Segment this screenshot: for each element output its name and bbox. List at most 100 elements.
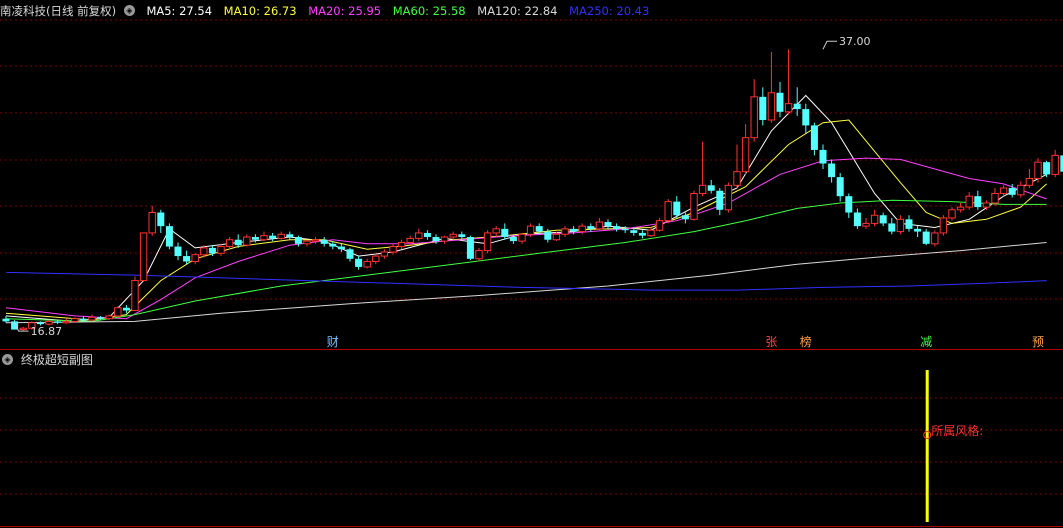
candle-body	[948, 209, 956, 219]
candle	[853, 208, 861, 229]
candle	[707, 179, 715, 194]
candle-body	[922, 231, 930, 244]
candle-body	[819, 149, 827, 164]
settings-circle-icon[interactable]: ◈	[123, 5, 135, 16]
candle-body	[733, 171, 741, 186]
candle-body	[200, 247, 208, 256]
candle	[595, 217, 604, 231]
candle-body	[294, 237, 302, 244]
candle-body	[914, 228, 922, 232]
event-marker-38: 财	[327, 335, 339, 349]
candle	[1043, 160, 1051, 178]
candle-body	[19, 327, 27, 331]
candle-body	[1025, 178, 1034, 186]
candle-body	[225, 239, 234, 248]
candle-body	[440, 236, 449, 242]
candle	[759, 87, 767, 126]
candle	[114, 306, 122, 318]
candle	[845, 193, 853, 218]
candle	[819, 144, 827, 169]
candle	[217, 243, 225, 257]
candle-body	[853, 212, 861, 227]
candle	[991, 188, 999, 206]
candle-body	[638, 232, 646, 236]
candle-body	[54, 321, 62, 323]
candle	[862, 217, 870, 229]
candle	[879, 212, 887, 227]
candle	[303, 239, 311, 247]
candle-body	[570, 228, 578, 232]
price-annotation-leader	[822, 40, 837, 50]
candle-body	[466, 237, 474, 259]
event-marker-93: 榜	[800, 334, 812, 349]
candle	[483, 230, 492, 254]
candle-body	[664, 201, 672, 222]
candle	[956, 202, 965, 213]
candle-body	[260, 235, 268, 241]
candle-body	[870, 214, 879, 224]
grid-lines	[0, 19, 1063, 527]
candles	[2, 49, 1063, 331]
candle-body	[845, 196, 853, 213]
candle	[355, 256, 363, 270]
candle-body	[509, 237, 517, 242]
price-annotation-label: 16.87	[31, 325, 62, 338]
candle	[655, 217, 664, 232]
candle-body	[346, 249, 354, 259]
candle	[922, 228, 930, 246]
candle-body	[707, 185, 715, 191]
candle-body	[939, 217, 948, 234]
candle-body	[475, 250, 483, 260]
candle	[225, 237, 234, 250]
candle	[905, 215, 913, 232]
ma20-label: MA20: 25.95	[308, 4, 382, 18]
candle	[2, 315, 10, 323]
candle	[88, 314, 96, 322]
candle-body	[337, 246, 345, 250]
candle-body	[604, 222, 612, 227]
candle-body	[561, 228, 569, 235]
candle-body	[862, 222, 870, 227]
candle-body	[165, 226, 173, 247]
candle-body	[62, 320, 70, 324]
candle-body	[690, 192, 698, 220]
candle	[828, 159, 836, 183]
candle	[286, 231, 294, 240]
candle-body	[492, 228, 500, 234]
candle-body	[836, 177, 844, 197]
candle-body	[311, 239, 320, 242]
candle-body	[217, 246, 225, 254]
candle	[724, 182, 733, 213]
candle	[346, 247, 354, 262]
candle-body	[397, 241, 406, 248]
candle	[776, 81, 784, 118]
candle	[363, 258, 371, 269]
candle-body	[139, 232, 148, 282]
candle-body	[1043, 162, 1051, 175]
candle-body	[243, 236, 251, 246]
subchart-circle-icon[interactable]: ◈	[2, 354, 13, 365]
ma250-label: MA250: 20.43	[569, 4, 650, 18]
candle	[870, 209, 879, 227]
candle-body	[526, 225, 535, 235]
candle	[810, 122, 818, 156]
candle	[896, 215, 905, 235]
ma60-label: MA60: 25.58	[392, 4, 466, 18]
main-chart-header: 南凌科技(日线 前复权) ◈ MA5: 27.54 MA10: 26.73 MA…	[0, 3, 657, 19]
candle-body	[931, 232, 939, 245]
candle-body	[303, 240, 311, 245]
candle-body	[750, 96, 758, 139]
ma-line-ma250	[5, 271, 1047, 291]
candle	[690, 190, 698, 221]
candle-body	[535, 226, 543, 232]
candle-body	[1008, 188, 1016, 195]
candle	[372, 253, 380, 265]
candle	[1025, 168, 1034, 189]
candle	[750, 79, 758, 142]
candle-body	[71, 318, 79, 322]
candle-body	[208, 247, 216, 254]
candle	[475, 247, 483, 262]
candle	[157, 209, 165, 233]
candle-body	[458, 234, 466, 238]
candle-body	[578, 225, 586, 233]
